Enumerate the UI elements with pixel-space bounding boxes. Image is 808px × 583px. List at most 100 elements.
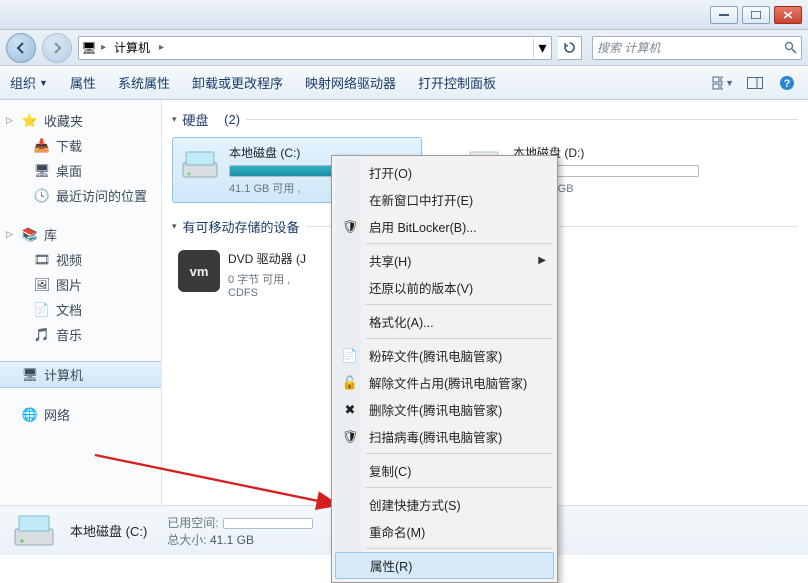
menu-separator [365,548,552,549]
scan-icon: 🛡 [341,429,359,445]
menu-separator [365,304,552,305]
menu-item[interactable]: 在新窗口中打开(E) [335,186,554,213]
menu-item-label: 在新窗口中打开(E) [369,190,473,209]
computer-icon: 🖥 [22,367,38,383]
search-input[interactable]: 搜索 计算机 [592,36,802,60]
libraries-icon: 📚 [22,227,38,243]
address-bar[interactable]: 🖥 ▸ 计算机 ▸ ▾ [78,36,552,60]
shield-icon: 🛡 [341,219,359,235]
preview-pane-icon[interactable] [744,74,766,92]
menu-item-label: 解除文件占用(腾讯电脑管家) [369,373,527,392]
view-options-icon[interactable]: ▼ [712,74,734,92]
group-hard-disks[interactable]: ▾ 硬盘 (2) [172,110,798,129]
search-icon [784,41,797,54]
sidebar-libraries[interactable]: ▷📚库 [0,222,161,247]
menu-item-label: 创建快捷方式(S) [369,495,461,514]
chevron-right-icon: ▸ [99,42,108,53]
sidebar-item-music[interactable]: 🎵音乐 [0,322,161,347]
menu-separator [365,243,552,244]
pictures-icon: 🖼 [34,277,50,293]
menu-item-label: 打开(O) [369,163,412,182]
maximize-button[interactable] [742,6,770,24]
menu-separator [365,453,552,454]
menu-item[interactable]: 🛡 启用 BitLocker(B)... [335,213,554,240]
menu-item[interactable]: 🛡扫描病毒(腾讯电脑管家) [335,423,554,450]
menu-item-label: 重命名(M) [369,522,425,541]
help-icon[interactable]: ? [776,74,798,92]
shred-icon: 📄 [341,348,359,364]
chevron-right-icon: ▷ [6,229,13,240]
chevron-down-icon: ▾ [172,114,177,125]
properties-button[interactable]: 属性 [70,73,96,92]
menu-item[interactable]: 打开(O) [335,159,554,186]
menu-item-label: 共享(H) [369,251,411,270]
organize-menu[interactable]: 组织 ▼ [10,73,48,92]
menu-item[interactable]: 共享(H) ▶ [335,247,554,274]
menu-item[interactable]: 📄 粉碎文件(腾讯电脑管家) [335,342,554,369]
breadcrumb-computer[interactable]: 计算机 [108,37,157,59]
menu-separator [365,487,552,488]
sidebar-item-videos[interactable]: 🎞视频 [0,247,161,272]
svg-text:?: ? [784,78,791,90]
desktop-icon: 🖥 [34,163,50,179]
address-dropdown[interactable]: ▾ [533,38,551,58]
menu-item-label: 格式化(A)... [369,312,434,331]
sidebar-item-documents[interactable]: 📄文档 [0,297,161,322]
chevron-down-icon: ▾ [172,221,177,232]
close-button[interactable] [774,6,802,24]
sidebar-item-computer[interactable]: 🖥计算机 [0,361,161,388]
map-drive-button[interactable]: 映射网络驱动器 [305,73,396,92]
video-icon: 🎞 [34,252,50,268]
sidebar-item-recent[interactable]: 🕓最近访问的位置 [0,183,161,208]
menu-item[interactable]: 创建快捷方式(S) [335,491,554,518]
menu-item-label: 粉碎文件(腾讯电脑管家) [369,346,502,365]
unlock-icon: 🔓 [341,375,359,391]
details-usage-bar [223,518,313,529]
chevron-right-icon: ▷ [6,115,13,126]
network-icon: 🌐 [22,407,38,423]
menu-item[interactable]: 格式化(A)... [335,308,554,335]
sidebar-item-downloads[interactable]: 📥下载 [0,133,161,158]
recent-icon: 🕓 [34,188,50,204]
menu-item[interactable]: ✖ 删除文件(腾讯电脑管家) [335,396,554,423]
details-name: 本地磁盘 (C:) [70,521,147,540]
menu-separator [365,338,552,339]
download-icon: 📥 [34,138,50,154]
dvd-icon: vm [178,250,220,292]
menu-item[interactable]: 🔓 解除文件占用(腾讯电脑管家) [335,369,554,396]
window-titlebar [0,0,808,30]
menu-item[interactable]: 重命名(M) [335,518,554,545]
star-icon: ⭐ [22,113,38,129]
menu-item-label: 删除文件(腾讯电脑管家) [369,400,502,419]
sidebar-item-network[interactable]: 🌐网络 [0,402,161,427]
computer-icon: 🖥 [79,41,99,55]
forward-button[interactable] [42,33,72,63]
minimize-button[interactable] [710,6,738,24]
uninstall-button[interactable]: 卸载或更改程序 [192,73,283,92]
navigation-pane: ▷⭐收藏夹 📥下载 🖥桌面 🕓最近访问的位置 ▷📚库 🎞视频 🖼图片 📄文档 🎵… [0,100,162,505]
control-panel-button[interactable]: 打开控制面板 [418,73,496,92]
refresh-button[interactable] [558,36,582,60]
menu-item-label: 启用 BitLocker(B)... [369,217,477,236]
menu-item-label: 复制(C) [369,461,411,480]
navigation-bar: 🖥 ▸ 计算机 ▸ ▾ 搜索 计算机 [0,30,808,66]
sidebar-item-pictures[interactable]: 🖼图片 [0,272,161,297]
context-menu: 打开(O) 在新窗口中打开(E) 🛡 启用 BitLocker(B)... 共享(H) ▶… [331,155,558,583]
chevron-right-icon: ▶ [538,255,546,266]
search-placeholder: 搜索 计算机 [597,39,784,56]
system-properties-button[interactable]: 系统属性 [118,73,170,92]
command-bar: 组织 ▼ 属性 系统属性 卸载或更改程序 映射网络驱动器 打开控制面板 ▼ ? [0,66,808,100]
documents-icon: 📄 [34,302,50,318]
back-button[interactable] [6,33,36,63]
chevron-right-icon: ▸ [157,42,166,53]
hdd-icon [10,511,58,551]
hdd-icon [179,144,221,186]
menu-item-label: 还原以前的版本(V) [369,278,473,297]
music-icon: 🎵 [34,327,50,343]
menu-item[interactable]: 还原以前的版本(V) [335,274,554,301]
menu-item[interactable]: 复制(C) [335,457,554,484]
menu-item[interactable]: 属性(R) [335,552,554,579]
sidebar-item-desktop[interactable]: 🖥桌面 [0,158,161,183]
sidebar-favorites[interactable]: ▷⭐收藏夹 [0,108,161,133]
delete-icon: ✖ [341,402,359,418]
